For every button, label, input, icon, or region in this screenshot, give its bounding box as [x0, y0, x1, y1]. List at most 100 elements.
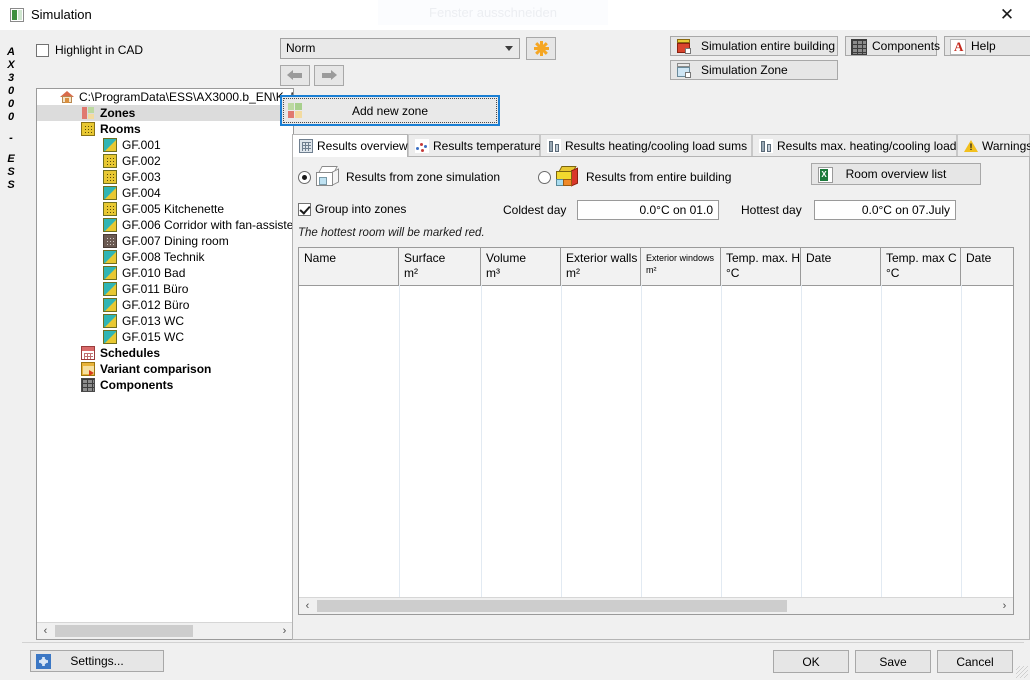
tree-item-rooms[interactable]: Rooms [37, 121, 293, 137]
tree-item-room[interactable]: GF.010 Bad [37, 265, 293, 281]
brand-letter: 0 [7, 111, 15, 123]
resize-grip[interactable] [1016, 666, 1028, 678]
coldest-day-value[interactable]: 0.0°C on 01.0 [577, 200, 719, 220]
entire-building-cube-icon [556, 166, 580, 188]
close-icon[interactable]: ✕ [984, 0, 1030, 30]
cancel-button[interactable]: Cancel [937, 650, 1013, 673]
tree-item-label: GF.012 Büro [122, 298, 190, 312]
tab-label: Results heating/cooling load sums [565, 138, 748, 153]
brand-letter: 0 [7, 98, 15, 110]
window-title: Simulation [31, 7, 92, 22]
radio-button[interactable] [538, 170, 551, 184]
simulation-zone-button[interactable]: Simulation Zone [670, 60, 838, 80]
table-column-header[interactable]: Temp. max C °C [881, 248, 961, 285]
help-label: Help [971, 39, 996, 53]
components-button[interactable]: Components [845, 36, 941, 56]
brand-letter: E [7, 153, 15, 165]
scroll-left-icon[interactable]: ‹ [299, 598, 316, 614]
tree-item-label: GF.006 Corridor with fan-assisted [122, 218, 293, 232]
column-title: Surface [404, 251, 446, 265]
tab-results-temperature[interactable]: Results temperature [408, 134, 541, 156]
table-column-header[interactable]: Date [961, 248, 1013, 285]
brand-strip: A X 3 0 0 0 - E S S [0, 30, 22, 680]
radio-results-from-zone-simulation[interactable]: Results from zone simulation [298, 166, 500, 188]
table-horizontal-scrollbar[interactable]: ‹ › [299, 597, 1013, 614]
pdf-icon [950, 39, 966, 55]
tree-root-row[interactable]: C:\ProgramData\ESS\AX3000.b_EN\K_DAT [37, 89, 293, 105]
room-yellow-icon [103, 154, 117, 168]
table-column-header[interactable]: Date [801, 248, 881, 285]
tree-item-zones[interactable]: Zones [37, 105, 293, 121]
star-button[interactable] [526, 37, 556, 60]
table-body [299, 285, 1013, 597]
ok-button[interactable]: OK [773, 650, 849, 673]
scroll-right-icon[interactable]: › [996, 598, 1013, 614]
table-column-header[interactable]: Exterior walls m² [561, 248, 641, 285]
footer-bar: Settings... OK Save Cancel [0, 643, 1030, 680]
tree-item-room[interactable]: GF.006 Corridor with fan-assisted [37, 217, 293, 233]
tree-item-components[interactable]: Components [37, 377, 293, 393]
components-brick-icon [81, 378, 95, 392]
column-chart-icon [759, 138, 773, 153]
tree-item-room[interactable]: GF.011 Büro [37, 281, 293, 297]
column-unit: m² [646, 265, 657, 275]
simulation-window: Simulation Fenster ausschneiden ✕ A X 3 … [0, 0, 1030, 680]
table-column-header[interactable]: Surface m² [399, 248, 481, 285]
add-new-zone-button[interactable]: Add new zone [280, 95, 500, 126]
tab-results-heating-cooling-load-sums[interactable]: Results heating/cooling load sums [540, 134, 752, 156]
simulation-entire-building-button[interactable]: Simulation entire building [670, 36, 838, 56]
components-label: Components [872, 39, 941, 53]
brand-letter: - [9, 132, 13, 144]
tree-item-schedules[interactable]: Schedules [37, 345, 293, 361]
tree-item-room[interactable]: GF.008 Technik [37, 249, 293, 265]
simulation-entire-building-label: Simulation entire building [701, 39, 836, 53]
tab-results-max-heating-cooling-load[interactable]: Results max. heating/cooling load [752, 134, 957, 156]
table-column-header[interactable]: Exterior windows m² [641, 248, 721, 285]
tree-item-room[interactable]: GF.002 [37, 153, 293, 169]
help-button[interactable]: Help [944, 36, 1030, 56]
tree-item-room[interactable]: GF.004 [37, 185, 293, 201]
save-button[interactable]: Save [855, 650, 931, 673]
column-title: Temp. max. H [726, 251, 801, 265]
project-tree[interactable]: C:\ProgramData\ESS\AX3000.b_EN\K_DAT Zon… [36, 88, 294, 640]
tree-item-room[interactable]: GF.012 Büro [37, 297, 293, 313]
table-column-header[interactable]: Name [299, 248, 399, 285]
results-table[interactable]: Name Surface m² Volume m³ Exterior walls… [298, 247, 1014, 615]
table-column-header[interactable]: Temp. max. H °C [721, 248, 801, 285]
settings-button[interactable]: Settings... [30, 650, 164, 672]
tree-item-room[interactable]: GF.001 [37, 137, 293, 153]
column-unit: °C [726, 266, 740, 280]
highlight-in-cad-checkbox[interactable]: Highlight in CAD [36, 43, 143, 57]
group-into-zones-checkbox[interactable]: Group into zones [298, 202, 406, 216]
scroll-left-icon[interactable]: ‹ [37, 623, 54, 639]
tree-item-label: GF.001 [122, 138, 161, 152]
table-column-header[interactable]: Volume m³ [481, 248, 561, 285]
radio-button[interactable] [298, 170, 311, 184]
tree-item-room[interactable]: GF.015 WC [37, 329, 293, 345]
nav-back-button[interactable] [280, 65, 310, 86]
tab-results-overview[interactable]: Results overview [292, 134, 408, 157]
nav-forward-button[interactable] [314, 65, 344, 86]
group-into-zones-label: Group into zones [315, 202, 407, 216]
hottest-day-value[interactable]: 0.0°C on 07.July [814, 200, 956, 220]
tree-item-room[interactable]: GF.007 Dining room [37, 233, 293, 249]
norm-select[interactable]: Norm [280, 38, 520, 59]
scrollbar-thumb[interactable] [55, 625, 193, 637]
column-title: Volume [486, 251, 527, 265]
chevron-down-icon[interactable] [505, 46, 513, 51]
tree-item-room[interactable]: GF.005 Kitchenette [37, 201, 293, 217]
scroll-right-icon[interactable]: › [276, 623, 293, 639]
scrollbar-thumb[interactable] [317, 600, 787, 612]
room-overview-list-button[interactable]: Room overview list [811, 163, 981, 185]
tree-item-label: Rooms [100, 122, 141, 136]
tree-item-variant-comparison[interactable]: Variant comparison [37, 361, 293, 377]
tab-warnings[interactable]: Warnings [957, 134, 1030, 156]
tree-item-room[interactable]: GF.013 WC [37, 313, 293, 329]
checkbox-box[interactable] [36, 43, 49, 57]
add-new-zone-label: Add new zone [351, 104, 429, 118]
tree-horizontal-scrollbar[interactable]: ‹ › [37, 622, 293, 639]
radio-results-from-entire-building[interactable]: Results from entire building [538, 166, 731, 188]
checkbox-box[interactable] [298, 202, 311, 216]
tree-item-label: GF.003 [122, 170, 161, 184]
tree-item-room[interactable]: GF.003 [37, 169, 293, 185]
